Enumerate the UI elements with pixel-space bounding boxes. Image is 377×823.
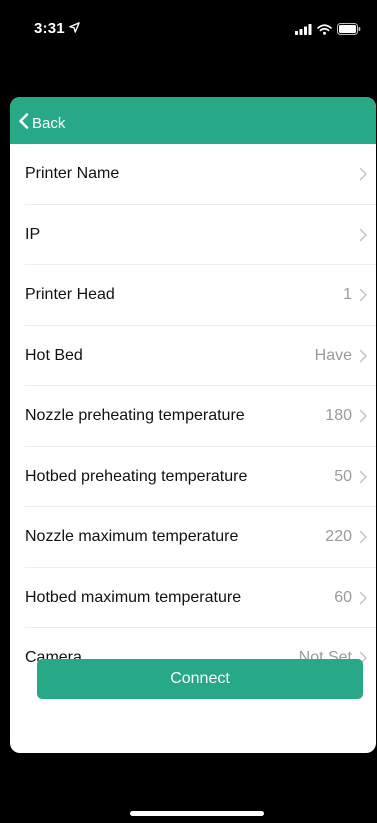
wifi-icon	[317, 22, 332, 40]
status-time-group: 3:31	[34, 20, 80, 37]
settings-row-value: 60	[334, 588, 352, 606]
navigation-bar: Back	[10, 97, 376, 144]
settings-row-accessory	[352, 228, 368, 242]
settings-row-label: IP	[25, 225, 41, 243]
home-indicator	[130, 811, 264, 816]
settings-row-value: 180	[325, 407, 352, 425]
settings-row-value: 50	[334, 467, 352, 485]
chevron-right-icon	[358, 470, 368, 484]
back-label: Back	[32, 114, 66, 132]
settings-row-value: 220	[325, 528, 352, 546]
settings-row-value: 1	[343, 286, 352, 304]
status-bar: 3:31	[0, 0, 377, 60]
settings-list: Printer Name IP Printer Head 1 Hot Bed Have No…	[10, 144, 376, 689]
settings-row[interactable]: Hotbed maximum temperature 60	[10, 568, 376, 629]
settings-row-accessory	[352, 167, 368, 181]
settings-row[interactable]: IP	[10, 205, 376, 266]
chevron-right-icon	[358, 591, 368, 605]
settings-row-accessory: 60	[334, 589, 368, 607]
status-time: 3:31	[34, 20, 65, 37]
settings-row-label: Hotbed preheating temperature	[25, 467, 248, 485]
chevron-right-icon	[358, 409, 368, 423]
settings-row[interactable]: Nozzle maximum temperature 220	[10, 507, 376, 568]
settings-row-label: Hotbed maximum temperature	[25, 588, 242, 606]
settings-row-label: Hot Bed	[25, 346, 83, 364]
chevron-right-icon	[358, 228, 368, 242]
screen: 3:31 Back Printer Name IP Printer Head 1…	[0, 0, 377, 823]
status-icons	[295, 22, 361, 40]
settings-row[interactable]: Nozzle preheating temperature 180	[10, 386, 376, 447]
settings-row[interactable]: Hot Bed Have	[10, 326, 376, 387]
chevron-right-icon	[358, 530, 368, 544]
connect-button[interactable]: Connect	[37, 659, 363, 699]
back-button[interactable]: Back	[18, 113, 65, 133]
chevron-right-icon	[358, 349, 368, 363]
settings-row[interactable]: Printer Name	[10, 144, 376, 205]
chevron-left-icon	[18, 113, 29, 133]
printer-settings-sheet: Back Printer Name IP Printer Head 1 Hot Bed H…	[10, 97, 376, 753]
settings-row-accessory: Have	[315, 347, 368, 365]
settings-row-accessory: 1	[343, 286, 368, 304]
settings-row-label: Nozzle preheating temperature	[25, 407, 245, 425]
settings-row-value: Have	[314, 346, 352, 364]
settings-row-label: Nozzle maximum temperature	[25, 528, 239, 546]
chevron-right-icon	[358, 167, 368, 181]
chevron-right-icon	[358, 288, 368, 302]
settings-row-accessory: 180	[325, 407, 368, 425]
settings-row-label: Printer Head	[25, 286, 115, 304]
battery-icon	[337, 22, 361, 40]
location-arrow-icon	[69, 20, 80, 37]
settings-row[interactable]: Hotbed preheating temperature 50	[10, 447, 376, 508]
cellular-signal-icon	[295, 22, 312, 40]
settings-row-accessory: 50	[334, 468, 368, 486]
settings-row-accessory: 220	[325, 528, 368, 546]
settings-row-label: Printer Name	[25, 165, 120, 183]
settings-row[interactable]: Printer Head 1	[10, 265, 376, 326]
